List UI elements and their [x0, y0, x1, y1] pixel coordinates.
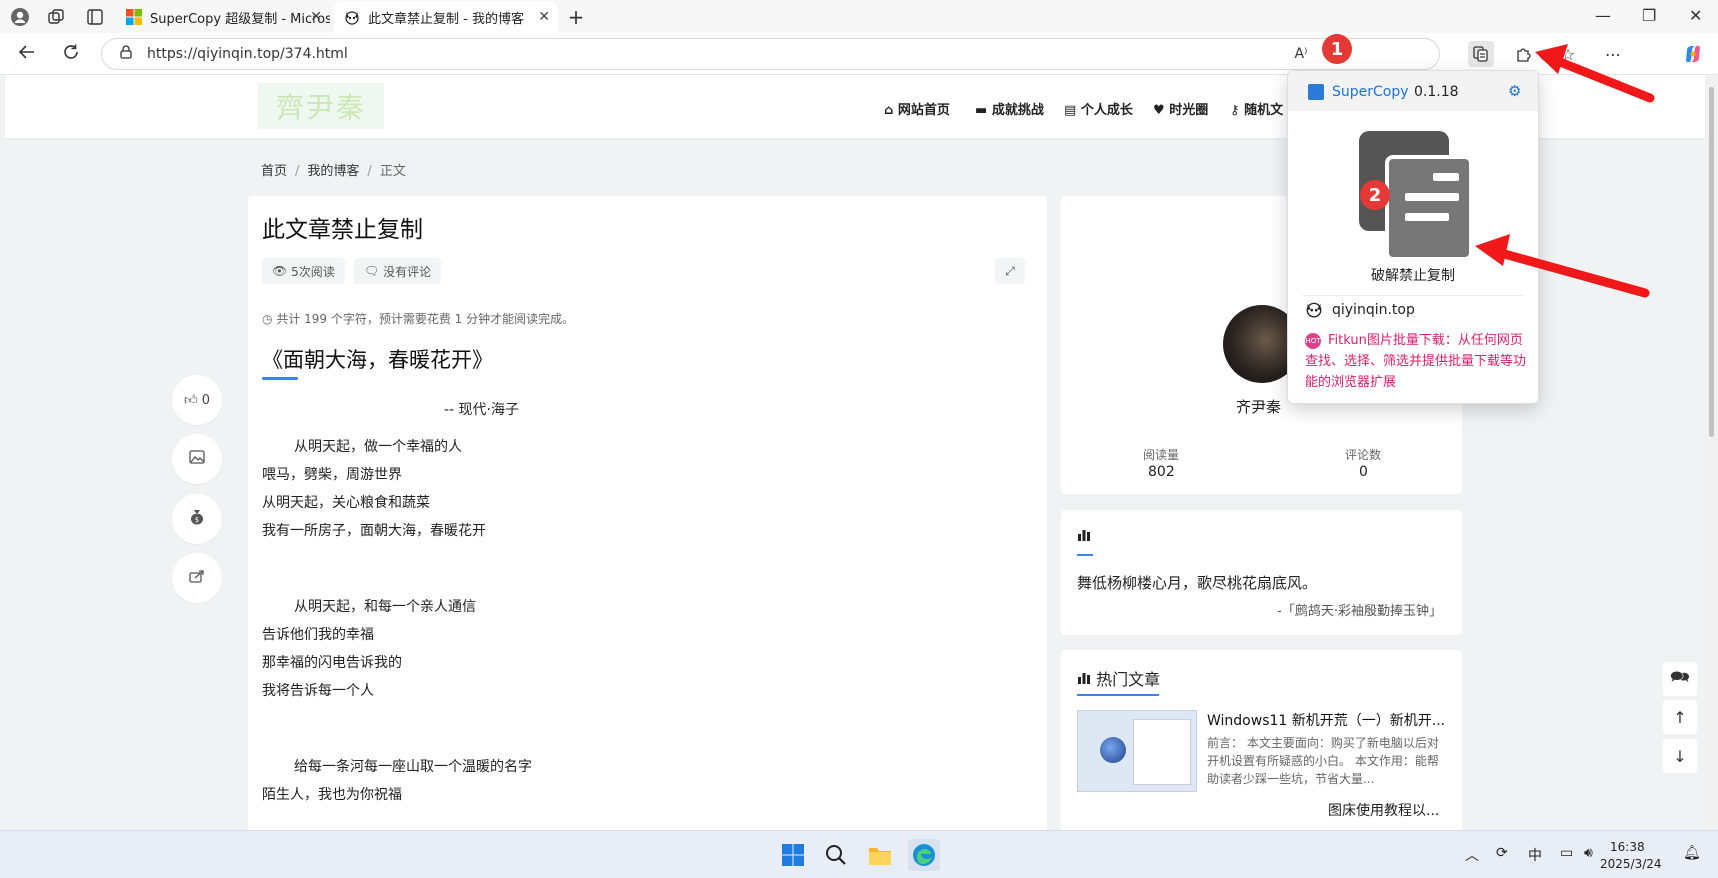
sync-icon[interactable]: ⟳ — [1496, 845, 1508, 861]
clock-date[interactable]: 2025/3/24 — [1600, 857, 1662, 871]
file-explorer-icon[interactable] — [864, 839, 896, 871]
start-button[interactable] — [777, 839, 809, 871]
search-icon[interactable] — [820, 839, 852, 871]
taskbar: ︿ ⟳ 中 ▭ 🔊︎ 16:38 2025/3/24 🔔︎ — [0, 830, 1718, 878]
annotation-arrows — [1475, 44, 1655, 298]
arrow-to-extension — [1535, 44, 1655, 103]
input-method[interactable]: 中 — [1528, 845, 1542, 865]
arrow-to-unlock-button — [1475, 234, 1650, 298]
edge-browser-icon[interactable] — [908, 839, 940, 871]
clock-time[interactable]: 16:38 — [1610, 840, 1645, 854]
tray-expand-icon[interactable]: ︿ — [1465, 845, 1479, 865]
volume-icon[interactable]: 🔊︎ — [1584, 845, 1593, 861]
notification-bell-icon[interactable]: 🔔︎ — [1683, 845, 1701, 861]
network-icon[interactable]: ▭ — [1560, 845, 1573, 861]
